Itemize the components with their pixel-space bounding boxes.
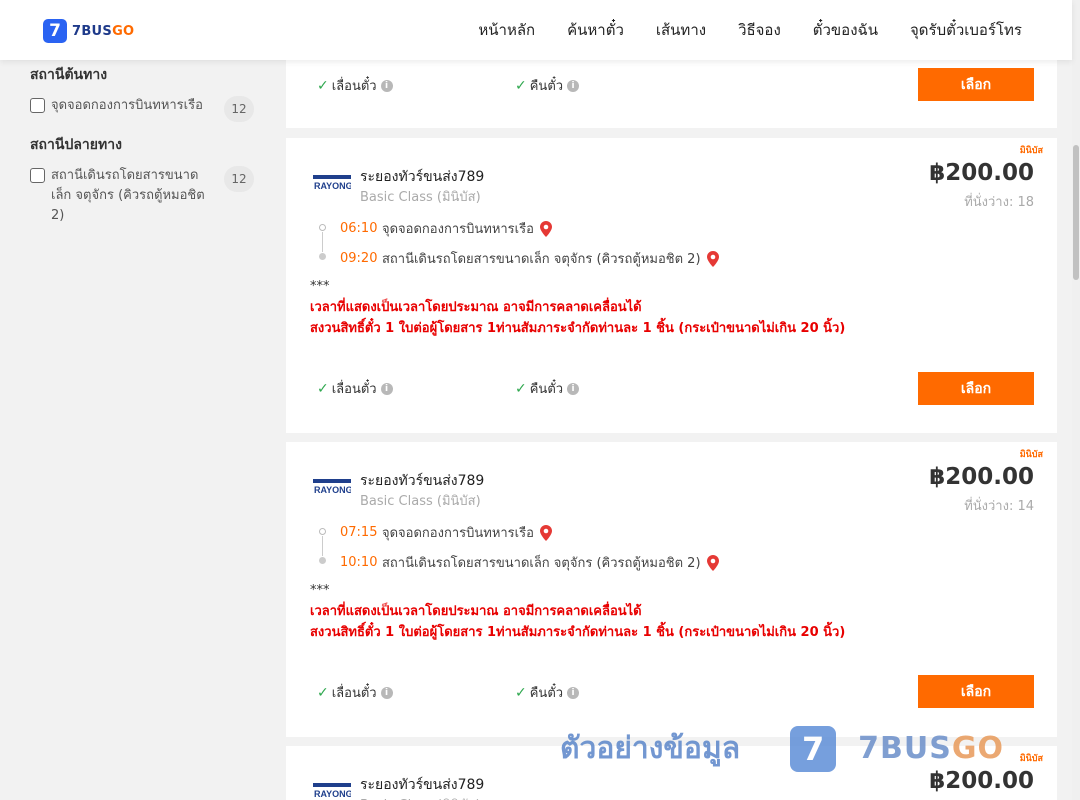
vehicle-type-tag: มินิบัส bbox=[1019, 450, 1043, 460]
logo-mark: 7 bbox=[43, 19, 67, 43]
origin-filter-title: สถานีต้นทาง bbox=[30, 67, 108, 83]
map-pin-icon[interactable] bbox=[539, 220, 552, 237]
seats-available: ที่นั่งว่าง: 14 bbox=[964, 499, 1034, 514]
map-pin-icon[interactable] bbox=[539, 524, 552, 541]
bus-class: Basic Class (มินิบัส) bbox=[360, 190, 481, 205]
departure-stop: 07:15 จุดจอดกองการบินทหารเรือ bbox=[340, 522, 552, 543]
operator-logo: RAYONG bbox=[313, 783, 351, 799]
operator-name: ระยองทัวร์ขนส่ง789 bbox=[360, 169, 485, 185]
svg-text:RAYONG: RAYONG bbox=[314, 789, 351, 799]
check-icon: ✓ bbox=[317, 684, 329, 701]
refund-policy: ✓ คืนตั๋ว i bbox=[515, 75, 580, 96]
remark-note-line2: สงวนสิทธิ์ตั๋ว 1 ใบต่อผู้โดยสาร 1ท่านสัม… bbox=[310, 321, 846, 336]
departure-stop: 06:10 จุดจอดกองการบินทหารเรือ bbox=[340, 218, 552, 239]
trip-card-partial-bottom: มินิบัส RAYONG ระยองทัวร์ขนส่ง789 Basic … bbox=[286, 746, 1057, 800]
trip-card-partial-top: ✓ เลื่อนตั๋ว i ✓ คืนตั๋ว i เลือก bbox=[286, 60, 1057, 128]
operator-name: ระยองทัวร์ขนส่ง789 bbox=[360, 473, 485, 489]
filter-sidebar: สถานีต้นทาง จุดจอดกองการบินทหารเรือ 12 ส… bbox=[30, 60, 260, 226]
select-button[interactable]: เลือก bbox=[918, 675, 1034, 708]
remark-stars: *** bbox=[310, 279, 330, 294]
bus-class: Basic Class (มินิบัส) bbox=[360, 494, 481, 509]
arrival-station: สถานีเดินรถโดยสารขนาดเล็ก จตุจักร (คิวรถ… bbox=[382, 252, 701, 267]
remark-note-line1: เวลาที่แสดงเป็นเวลาโดยประมาณ อาจมีการคลา… bbox=[310, 300, 642, 315]
destination-filter-title: สถานีปลายทาง bbox=[30, 137, 122, 153]
page-scrollbar[interactable] bbox=[1072, 0, 1080, 800]
origin-count-badge: 12 bbox=[224, 96, 254, 122]
destination-checkbox[interactable] bbox=[30, 168, 45, 183]
logo-text: 7BUSGO bbox=[72, 23, 135, 39]
nav-home[interactable]: หน้าหลัก bbox=[478, 18, 535, 42]
main-nav: หน้าหลัก ค้นหาตั๋ว เส้นทาง วิธีจอง ตั๋วข… bbox=[446, 0, 1022, 60]
bus-class: Basic Class (มินิบัส) bbox=[360, 794, 481, 800]
nav-pickup-contacts[interactable]: จุดรับตั๋วเบอร์โทร bbox=[910, 18, 1022, 42]
departure-dot bbox=[319, 224, 326, 231]
destination-count-badge: 12 bbox=[224, 166, 254, 192]
check-icon: ✓ bbox=[515, 684, 527, 701]
operator-logo: RAYONG bbox=[313, 479, 351, 495]
remark-note-line2: สงวนสิทธิ์ตั๋ว 1 ใบต่อผู้โดยสาร 1ท่านสัม… bbox=[310, 625, 846, 640]
check-icon: ✓ bbox=[515, 380, 527, 397]
trip-card: มินิบัส RAYONG ระยองทัวร์ขนส่ง789 Basic … bbox=[286, 138, 1057, 433]
arrival-station: สถานีเดินรถโดยสารขนาดเล็ก จตุจักร (คิวรถ… bbox=[382, 556, 701, 571]
departure-dot bbox=[319, 528, 326, 535]
ticket-price: ฿200.00 bbox=[929, 160, 1034, 186]
check-icon: ✓ bbox=[317, 77, 329, 94]
reschedule-policy: ✓ เลื่อนตั๋ว i bbox=[317, 75, 393, 96]
trip-card: มินิบัส RAYONG ระยองทัวร์ขนส่ง789 Basic … bbox=[286, 442, 1057, 737]
ticket-price: ฿200.00 bbox=[929, 464, 1034, 490]
reschedule-policy: ✓ เลื่อนตั๋ว i bbox=[317, 682, 393, 703]
select-button[interactable]: เลือก bbox=[918, 372, 1034, 405]
origin-option-label[interactable]: จุดจอดกองการบินทหารเรือ bbox=[51, 96, 209, 116]
select-button[interactable]: เลือก bbox=[918, 68, 1034, 101]
info-icon[interactable]: i bbox=[380, 79, 393, 92]
svg-text:RAYONG: RAYONG bbox=[314, 485, 351, 495]
info-icon[interactable]: i bbox=[567, 79, 580, 92]
map-pin-icon[interactable] bbox=[706, 250, 719, 267]
map-pin-icon[interactable] bbox=[706, 554, 719, 571]
route-line bbox=[322, 232, 323, 252]
departure-time: 06:10 bbox=[340, 221, 378, 236]
info-icon[interactable]: i bbox=[567, 382, 580, 395]
ticket-price: ฿200.00 bbox=[929, 768, 1034, 794]
info-icon[interactable]: i bbox=[380, 382, 393, 395]
site-logo[interactable]: 7 7BUSGO bbox=[43, 19, 134, 43]
reschedule-policy: ✓ เลื่อนตั๋ว i bbox=[317, 378, 393, 399]
destination-option-label[interactable]: สถานีเดินรถโดยสารขนาดเล็ก จตุจักร (คิวรถ… bbox=[51, 166, 209, 226]
top-header: 7 7BUSGO หน้าหลัก ค้นหาตั๋ว เส้นทาง วิธี… bbox=[0, 0, 1072, 60]
info-icon[interactable]: i bbox=[380, 686, 393, 699]
arrival-dot bbox=[319, 253, 326, 260]
operator-logo: RAYONG bbox=[313, 175, 351, 191]
nav-search-ticket[interactable]: ค้นหาตั๋ว bbox=[567, 18, 624, 42]
departure-station: จุดจอดกองการบินทหารเรือ bbox=[382, 526, 534, 541]
departure-time: 07:15 bbox=[340, 525, 378, 540]
check-icon: ✓ bbox=[317, 380, 329, 397]
nav-my-tickets[interactable]: ตั๋วของฉัน bbox=[813, 18, 878, 42]
remark-stars: *** bbox=[310, 583, 330, 598]
arrival-time: 09:20 bbox=[340, 251, 378, 266]
destination-filter-option[interactable]: สถานีเดินรถโดยสารขนาดเล็ก จตุจักร (คิวรถ… bbox=[30, 166, 260, 226]
vehicle-type-tag: มินิบัส bbox=[1019, 754, 1043, 764]
check-icon: ✓ bbox=[515, 77, 527, 94]
route-line bbox=[322, 536, 323, 556]
arrival-stop: 09:20 สถานีเดินรถโดยสารขนาดเล็ก จตุจักร … bbox=[340, 248, 719, 269]
vehicle-type-tag: มินิบัส bbox=[1019, 146, 1043, 156]
refund-policy: ✓ คืนตั๋ว i bbox=[515, 682, 580, 703]
origin-filter-option[interactable]: จุดจอดกองการบินทหารเรือ 12 bbox=[30, 96, 260, 122]
origin-checkbox[interactable] bbox=[30, 98, 45, 113]
svg-text:RAYONG: RAYONG bbox=[314, 181, 351, 191]
remark-note-line1: เวลาที่แสดงเป็นเวลาโดยประมาณ อาจมีการคลา… bbox=[310, 604, 642, 619]
refund-policy: ✓ คืนตั๋ว i bbox=[515, 378, 580, 399]
info-icon[interactable]: i bbox=[567, 686, 580, 699]
nav-routes[interactable]: เส้นทาง bbox=[656, 18, 706, 42]
arrival-time: 10:10 bbox=[340, 555, 378, 570]
arrival-stop: 10:10 สถานีเดินรถโดยสารขนาดเล็ก จตุจักร … bbox=[340, 552, 719, 573]
arrival-dot bbox=[319, 557, 326, 564]
operator-name: ระยองทัวร์ขนส่ง789 bbox=[360, 777, 485, 793]
scrollbar-thumb[interactable] bbox=[1073, 145, 1079, 280]
seats-available: ที่นั่งว่าง: 18 bbox=[964, 195, 1034, 210]
nav-how-to-book[interactable]: วิธีจอง bbox=[738, 18, 781, 42]
departure-station: จุดจอดกองการบินทหารเรือ bbox=[382, 222, 534, 237]
